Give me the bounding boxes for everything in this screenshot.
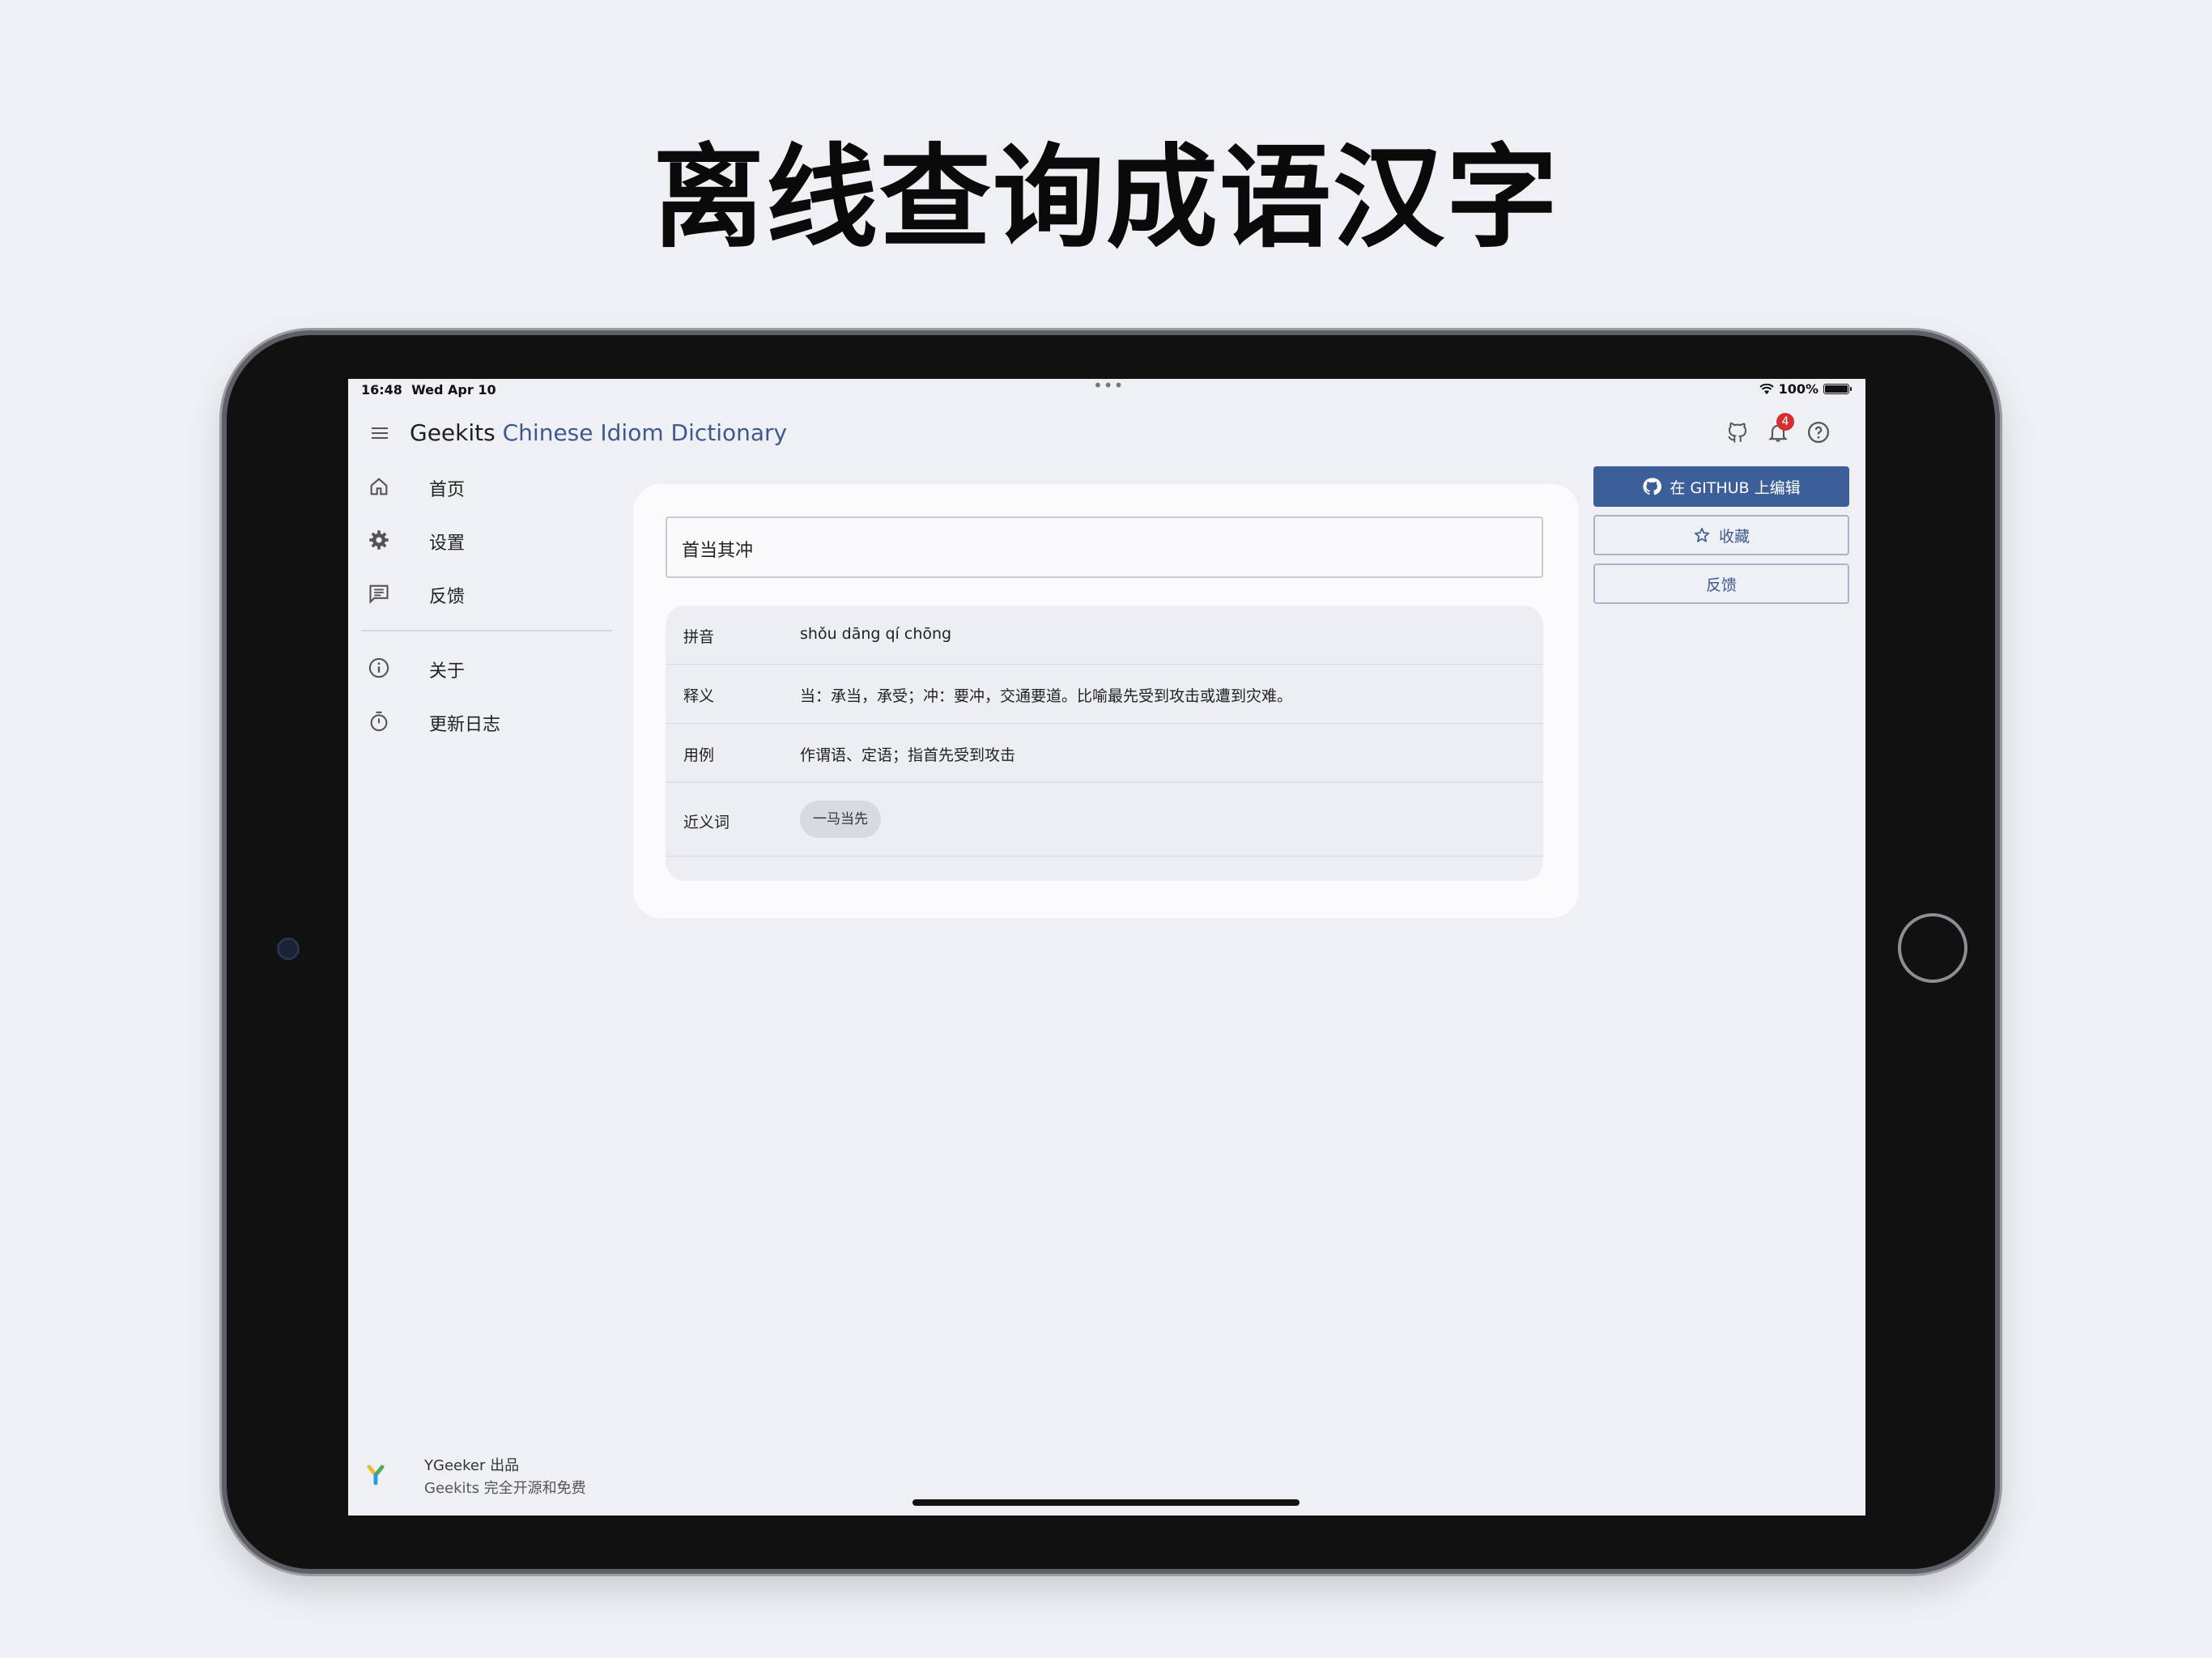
search-input[interactable]: 首当其冲 — [666, 517, 1543, 578]
sidebar-item-feedback[interactable]: 反馈 — [348, 567, 615, 620]
status-time: 16:48 Wed Apr 10 — [361, 382, 496, 397]
detail-label: 拼音 — [683, 628, 715, 646]
detail-value: 当：承当，承受；冲：要冲，交通要道。比喻最先受到攻击或遭到灾难。 — [800, 687, 1293, 705]
home-button — [1898, 913, 1967, 983]
app-brand: Geekits — [410, 419, 496, 446]
favorite-label: 收藏 — [1718, 527, 1750, 546]
appbar-actions: 4 — [1723, 413, 1833, 447]
notifications-button[interactable]: 4 — [1763, 413, 1794, 447]
app-title: Geekits Chinese Idiom Dictionary — [410, 419, 787, 446]
github-icon — [1728, 422, 1747, 443]
message-icon — [369, 585, 389, 605]
status-bar: 16:48 Wed Apr 10 ••• 100% — [348, 379, 1865, 400]
detail-value: 作谓语、定语；指首先受到攻击 — [800, 746, 1016, 764]
sidebar: 首页 设置 反馈 关于 更新日志 — [348, 460, 615, 748]
sidebar-item-about[interactable]: 关于 — [348, 641, 615, 695]
github-button[interactable] — [1723, 418, 1752, 447]
sidebar-item-home[interactable]: 首页 — [348, 460, 615, 513]
status-clock: 16:48 — [361, 382, 402, 397]
ygeeker-logo-icon — [367, 1465, 385, 1486]
feedback-label: 反馈 — [1705, 576, 1737, 594]
status-date: Wed Apr 10 — [411, 382, 496, 397]
edit-on-github-label: 在 GITHUB 上编辑 — [1670, 478, 1801, 497]
status-indicators: 100% — [1759, 381, 1852, 397]
github-icon — [1643, 478, 1662, 495]
sidebar-item-label: 反馈 — [429, 587, 466, 607]
sidebar-item-changelog[interactable]: 更新日志 — [348, 695, 615, 748]
detail-row-usage: 用例 作谓语、定语；指首先受到攻击 — [666, 724, 1543, 783]
menu-icon[interactable] — [369, 423, 390, 444]
app-subtitle: Chinese Idiom Dictionary — [502, 419, 788, 446]
help-button[interactable] — [1804, 418, 1833, 447]
app-bar: Geekits Chinese Idiom Dictionary 4 — [348, 408, 1865, 460]
wifi-icon — [1759, 383, 1774, 394]
info-icon — [368, 657, 389, 678]
sidebar-item-label: 首页 — [429, 480, 466, 500]
sidebar-item-label: 设置 — [429, 534, 466, 554]
home-icon — [370, 478, 388, 495]
sidebar-item-settings[interactable]: 设置 — [348, 513, 615, 567]
detail-row-meaning: 释义 当：承当，承受；冲：要冲，交通要道。比喻最先受到攻击或遭到灾难。 — [666, 665, 1543, 724]
edit-on-github-button[interactable]: 在 GITHUB 上编辑 — [1593, 466, 1849, 507]
tablet-screen: 16:48 Wed Apr 10 ••• 100% Geekits Chines… — [348, 379, 1865, 1516]
idiom-card: 首当其冲 拼音 shǒu dāng qí chōng 释义 当：承当，承受；冲：… — [633, 484, 1579, 918]
idiom-details: 拼音 shǒu dāng qí chōng 释义 当：承当，承受；冲：要冲，交通… — [666, 606, 1543, 881]
footer-license: Geekits 完全开源和免费 — [424, 1480, 586, 1497]
battery-percent: 100% — [1778, 381, 1819, 397]
detail-row-pinyin: 拼音 shǒu dāng qí chōng — [666, 606, 1543, 665]
feedback-button[interactable]: 反馈 — [1593, 563, 1849, 604]
camera — [277, 937, 300, 960]
timer-icon — [370, 711, 388, 732]
synonym-chip[interactable]: 一马当先 — [800, 801, 881, 838]
page-headline: 离线查询成语汉字 — [652, 133, 1559, 263]
sidebar-item-label: 更新日志 — [429, 715, 501, 735]
star-icon — [1694, 527, 1710, 542]
detail-label: 用例 — [683, 746, 715, 764]
detail-label: 近义词 — [683, 814, 730, 831]
help-icon — [1808, 422, 1829, 443]
search-value: 首当其冲 — [682, 541, 754, 561]
action-buttons: 在 GITHUB 上编辑 收藏 反馈 — [1593, 466, 1849, 612]
battery-icon — [1823, 384, 1852, 394]
detail-label: 释义 — [683, 687, 715, 705]
battery-fill — [1825, 385, 1848, 393]
favorite-button[interactable]: 收藏 — [1593, 515, 1849, 555]
detail-value: shǒu dāng qí chōng — [800, 625, 952, 643]
sidebar-item-label: 关于 — [429, 661, 466, 682]
multitask-dots-icon[interactable]: ••• — [1093, 379, 1124, 395]
sidebar-footer: YGeeker 出品 Geekits 完全开源和免费 — [348, 1448, 615, 1504]
sidebar-divider — [361, 630, 612, 631]
home-indicator[interactable] — [912, 1499, 1300, 1506]
notification-badge: 4 — [1776, 413, 1794, 431]
footer-credit: YGeeker 出品 — [424, 1457, 520, 1474]
gear-icon — [369, 530, 389, 550]
detail-row-synonyms: 近义词 一马当先 — [666, 783, 1543, 857]
